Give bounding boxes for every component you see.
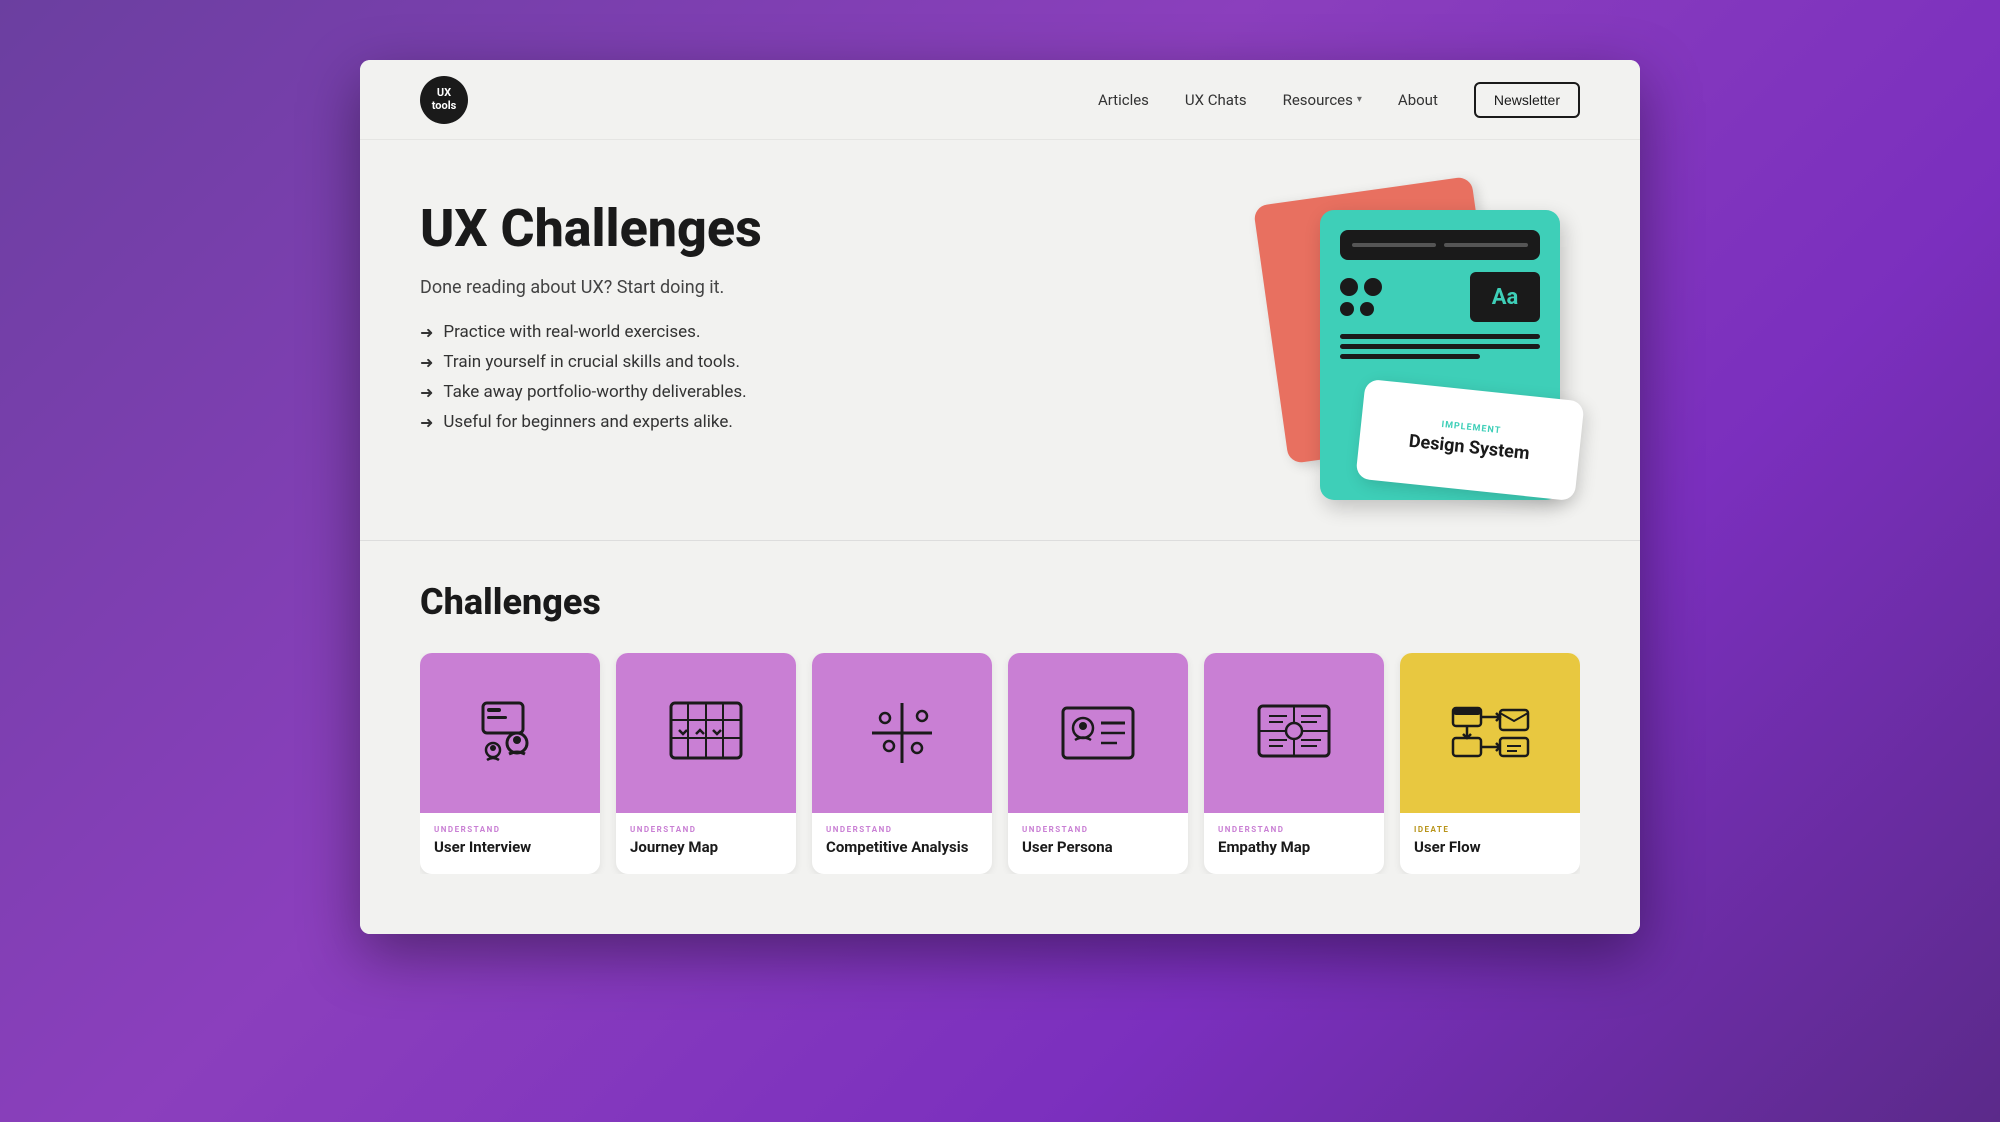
logo-line2: tools — [432, 99, 457, 112]
card-title: User Persona — [1022, 838, 1174, 858]
implement-label: IMPLEMENT — [1441, 419, 1502, 435]
card-illustration — [1008, 653, 1188, 813]
bullet-4: ➜ Useful for beginners and experts alike… — [420, 412, 1020, 432]
card-title: Competitive Analysis — [826, 838, 978, 858]
card-body: UNDERSTAND Journey Map — [616, 813, 796, 874]
card-category: UNDERSTAND — [1218, 825, 1370, 834]
competitive-analysis-icon — [857, 688, 947, 778]
card-illustration — [616, 653, 796, 813]
hero-text: UX Challenges Done reading about UX? Sta… — [420, 200, 1020, 442]
hero-subtitle: Done reading about UX? Start doing it. — [420, 277, 1020, 298]
arrow-icon: ➜ — [420, 353, 433, 372]
card-title: Empathy Map — [1218, 838, 1370, 858]
card-body: UNDERSTAND Competitive Analysis — [812, 813, 992, 874]
card-category: UNDERSTAND — [826, 825, 978, 834]
card-illustration — [812, 653, 992, 813]
challenge-card-empathy-map[interactable]: UNDERSTAND Empathy Map — [1204, 653, 1384, 874]
nav-articles[interactable]: Articles — [1098, 91, 1149, 109]
logo-line1: UX — [437, 86, 451, 99]
challenge-card-user-interview[interactable]: UNDERSTAND User Interview — [420, 653, 600, 874]
hero-section: UX Challenges Done reading about UX? Sta… — [360, 140, 1640, 541]
navbar: UX tools Articles UX Chats Resources ▾ A… — [360, 60, 1640, 140]
newsletter-button[interactable]: Newsletter — [1474, 82, 1580, 118]
bullet-1: ➜ Practice with real-world exercises. — [420, 322, 1020, 342]
card-category: UNDERSTAND — [630, 825, 782, 834]
card-body: IDEATE User Flow — [1400, 813, 1580, 874]
card-category: IDEATE — [1414, 825, 1566, 834]
hero-illustration: ? 👍 — [1240, 180, 1580, 490]
card-title: User Flow — [1414, 838, 1566, 858]
card-category: UNDERSTAND — [1022, 825, 1174, 834]
card-category: UNDERSTAND — [434, 825, 586, 834]
design-system-label: Design System — [1408, 430, 1531, 464]
user-flow-icon — [1445, 688, 1535, 778]
card-illustration — [420, 653, 600, 813]
bullet-3: ➜ Take away portfolio-worthy deliverable… — [420, 382, 1020, 402]
card-illustration — [1204, 653, 1384, 813]
nav-resources[interactable]: Resources ▾ — [1283, 91, 1362, 109]
arrow-icon: ➜ — [420, 413, 433, 432]
card-body: UNDERSTAND User Interview — [420, 813, 600, 874]
nav-links: Articles UX Chats Resources ▾ About News… — [1098, 82, 1580, 118]
card-title: User Interview — [434, 838, 586, 858]
chevron-down-icon: ▾ — [1357, 94, 1362, 105]
challenge-card-user-persona[interactable]: UNDERSTAND User Persona — [1008, 653, 1188, 874]
journey-map-icon — [661, 688, 751, 778]
card-body: UNDERSTAND Empathy Map — [1204, 813, 1384, 874]
user-interview-icon — [465, 688, 555, 778]
logo[interactable]: UX tools — [420, 76, 468, 124]
card-body: UNDERSTAND User Persona — [1008, 813, 1188, 874]
challenges-section: Challenges — [360, 541, 1640, 934]
challenges-grid: UNDERSTAND User Interview — [420, 653, 1580, 874]
card-title: Journey Map — [630, 838, 782, 858]
arrow-icon: ➜ — [420, 323, 433, 342]
browser-window: UX tools Articles UX Chats Resources ▾ A… — [360, 60, 1640, 934]
card-illustration — [1400, 653, 1580, 813]
challenge-card-competitive-analysis[interactable]: UNDERSTAND Competitive Analysis — [812, 653, 992, 874]
hero-title: UX Challenges — [420, 200, 1020, 257]
challenges-heading: Challenges — [420, 581, 1580, 623]
hero-bullets: ➜ Practice with real-world exercises. ➜ … — [420, 322, 1020, 432]
bullet-2: ➜ Train yourself in crucial skills and t… — [420, 352, 1020, 372]
nav-ux-chats[interactable]: UX Chats — [1185, 91, 1247, 109]
nav-about[interactable]: About — [1398, 91, 1438, 109]
user-persona-icon — [1053, 688, 1143, 778]
arrow-icon: ➜ — [420, 383, 433, 402]
empathy-map-icon — [1249, 688, 1339, 778]
challenge-card-user-flow[interactable]: IDEATE User Flow — [1400, 653, 1580, 874]
challenge-card-journey-map[interactable]: UNDERSTAND Journey Map — [616, 653, 796, 874]
